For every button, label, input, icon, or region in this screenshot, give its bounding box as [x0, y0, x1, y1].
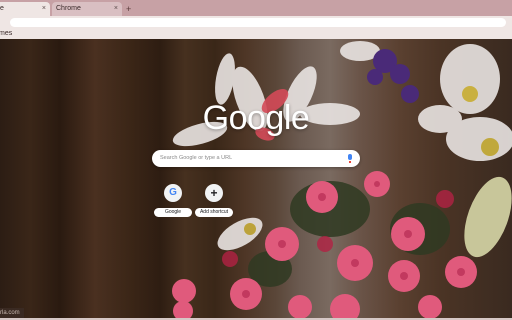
browser-window: te × Chrome × + mes [0, 0, 512, 320]
background-image [172, 41, 512, 320]
close-icon[interactable]: × [42, 2, 46, 16]
tab-left[interactable]: te × [0, 2, 50, 16]
add-shortcut-button[interactable]: + Add shortcut [194, 182, 234, 218]
shortcut-label: Google [154, 208, 192, 217]
new-tab-page: Google Search Google or type a URL G Goo… [0, 39, 512, 320]
google-favicon-icon: G [164, 184, 182, 202]
toolbar [0, 16, 512, 29]
microphone-icon[interactable] [348, 154, 352, 163]
google-logo: Google [202, 99, 310, 137]
shortcut-google[interactable]: G Google [153, 182, 193, 218]
close-icon[interactable]: × [114, 2, 118, 16]
search-placeholder: Search Google or type a URL [160, 155, 233, 161]
status-bar: rla.com [0, 308, 24, 318]
shortcut-label: Add shortcut [195, 208, 233, 217]
tab-title: Chrome [56, 5, 81, 12]
bookmark-item[interactable]: mes [0, 29, 12, 39]
search-box[interactable]: Search Google or type a URL [152, 150, 360, 167]
plus-icon: + [205, 184, 223, 202]
new-tab-icon[interactable]: + [126, 3, 131, 15]
tab-chrome[interactable]: Chrome × [52, 2, 122, 16]
tab-title: te [0, 5, 4, 12]
bookmarks-bar: mes [0, 29, 512, 39]
tab-strip: te × Chrome × + [0, 0, 512, 16]
address-bar[interactable] [10, 18, 506, 27]
